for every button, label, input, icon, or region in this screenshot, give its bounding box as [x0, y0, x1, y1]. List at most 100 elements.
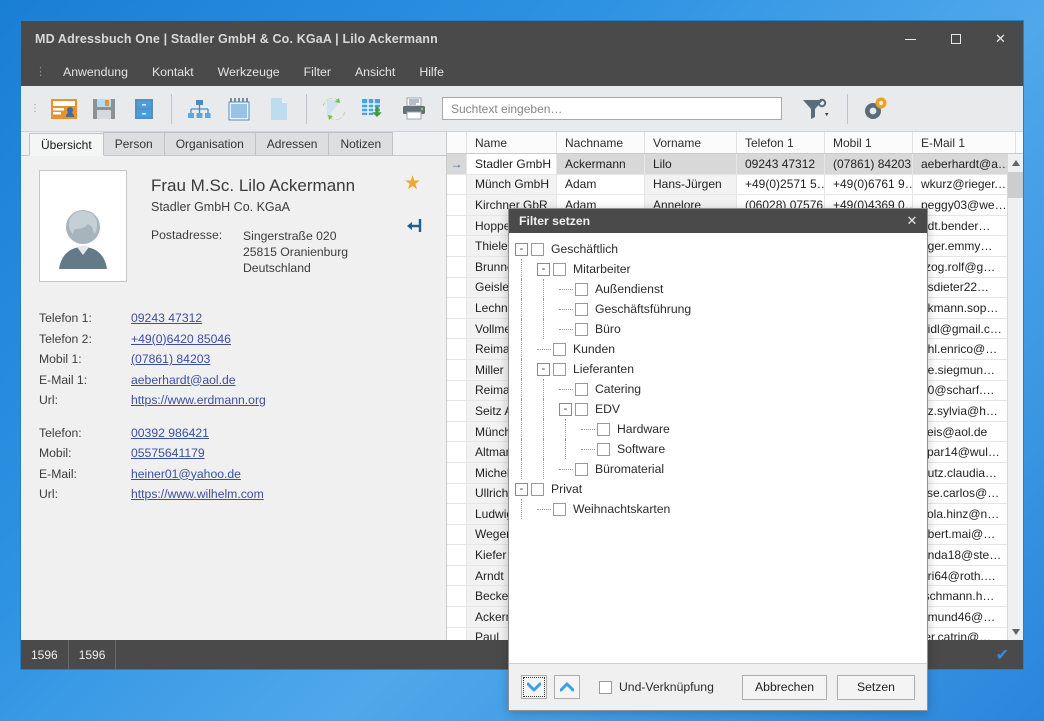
field-link[interactable]: (07861) 84203 [131, 352, 210, 366]
tree-node[interactable]: Geschäftsführung [515, 299, 927, 319]
field-value[interactable]: aeberhardt@aol.de [131, 370, 236, 391]
tree-expander-icon[interactable]: - [537, 362, 550, 376]
field-link[interactable]: aeberhardt@aol.de [131, 373, 236, 387]
apply-button[interactable]: Setzen [837, 674, 915, 700]
tree-node-checkbox[interactable] [575, 302, 588, 316]
print-icon[interactable] [394, 89, 434, 129]
menu-item-werkzeuge[interactable]: Werkzeuge [208, 61, 290, 83]
maximize-button[interactable] [933, 21, 978, 57]
grid-column-header[interactable]: E-Mail 1 [913, 132, 1016, 153]
tree-node[interactable]: Außendienst [515, 279, 927, 299]
filter-funnel-icon[interactable] [792, 89, 840, 129]
tab-adressen[interactable]: Adressen [254, 132, 330, 155]
tree-expander-icon[interactable]: - [515, 242, 528, 256]
sync-icon[interactable] [314, 89, 354, 129]
tree-node-checkbox[interactable] [575, 322, 588, 336]
menu-item-kontakt[interactable]: Kontakt [142, 61, 204, 83]
address-card-icon[interactable] [44, 89, 84, 129]
tree-node[interactable]: Büromaterial [515, 459, 927, 479]
scrollbar-thumb[interactable] [1008, 172, 1023, 198]
field-value[interactable]: https://www.wilhelm.com [131, 484, 264, 505]
tree-node[interactable]: Hardware [515, 419, 927, 439]
table-row[interactable]: →Stadler GmbH …AckermannLilo09243 47312(… [447, 154, 1023, 175]
tree-node-checkbox[interactable] [553, 502, 566, 516]
star-icon[interactable]: ★ [404, 172, 421, 195]
tree-node-checkbox[interactable] [597, 442, 610, 456]
field-link[interactable]: https://www.wilhelm.com [131, 487, 264, 501]
field-value[interactable]: https://www.erdmann.org [131, 390, 266, 411]
grid-column-header[interactable]: Nachname [557, 132, 645, 153]
table-row[interactable]: Münch GmbH Adam Hans-Jürgen +49(0)2571 5… +4… [447, 174, 1023, 196]
tab-person[interactable]: Person [102, 132, 165, 155]
tree-expander-icon[interactable]: - [559, 402, 572, 416]
and-link-checkbox-box[interactable] [599, 680, 612, 694]
field-value[interactable]: 09243 47312 [131, 308, 202, 329]
and-link-checkbox[interactable]: Und-Verknüpfung [599, 680, 714, 694]
tree-node[interactable]: - EDV [515, 399, 927, 419]
tab-notizen[interactable]: Notizen [328, 132, 394, 155]
field-link[interactable]: heiner01@yahoo.de [131, 467, 241, 481]
tree-node[interactable]: - Lieferanten [515, 359, 927, 379]
field-value[interactable]: 00392 986421 [131, 423, 209, 444]
tree-node[interactable]: - Mitarbeiter [515, 259, 927, 279]
tree-expander-icon[interactable]: - [515, 482, 528, 496]
tree-node-checkbox[interactable] [575, 402, 588, 416]
menu-item-ansicht[interactable]: Ansicht [345, 61, 405, 83]
org-chart-icon[interactable] [179, 89, 219, 129]
grid-column-header[interactable]: Vorname [645, 132, 737, 153]
field-link[interactable]: +49(0)6420 85046 [131, 332, 231, 346]
field-value[interactable]: 05575641179 [131, 443, 205, 464]
tree-expander-icon[interactable]: - [537, 262, 550, 276]
tree-node-checkbox[interactable] [575, 282, 588, 296]
tree-node-checkbox[interactable] [575, 462, 588, 476]
tab-organisation[interactable]: Organisation [163, 132, 256, 155]
tree-node-checkbox[interactable] [531, 242, 544, 256]
field-link[interactable]: https://www.erdmann.org [131, 393, 266, 407]
menu-item-hilfe[interactable]: Hilfe [409, 61, 454, 83]
tree-node[interactable]: Weihnachtskarten [515, 499, 927, 519]
close-button[interactable]: ✕ [978, 21, 1023, 57]
scroll-up-arrow-icon[interactable] [1008, 154, 1023, 171]
document-icon[interactable] [259, 89, 299, 129]
grid-column-header[interactable]: Mobil 1 [825, 132, 913, 153]
cancel-button[interactable]: Abbrechen [742, 674, 827, 700]
expand-all-button[interactable] [521, 675, 547, 699]
collapse-all-button[interactable] [554, 675, 580, 699]
tree-node[interactable]: - Geschäftlich [515, 239, 927, 259]
grid-scrollbar[interactable] [1007, 154, 1023, 640]
dialog-close-icon[interactable]: ✕ [897, 209, 927, 233]
minimize-button[interactable] [888, 21, 933, 57]
field-link[interactable]: 09243 47312 [131, 311, 202, 325]
table-export-icon[interactable] [354, 89, 394, 129]
field-value[interactable]: +49(0)6420 85046 [131, 329, 231, 350]
tree-node[interactable]: Kunden [515, 339, 927, 359]
tree-node-checkbox[interactable] [531, 482, 544, 496]
tree-node[interactable]: - Privat [515, 479, 927, 499]
tree-node-checkbox[interactable] [553, 342, 566, 356]
filter-category-tree[interactable]: - Geschäftlich - Mitarbeiter Außendienst Gesc… [509, 233, 927, 664]
tree-node-checkbox[interactable] [597, 422, 610, 436]
search-input[interactable] [449, 100, 775, 117]
field-link[interactable]: 05575641179 [131, 446, 205, 460]
direction-arrow-icon[interactable] [406, 218, 424, 243]
scroll-down-arrow-icon[interactable] [1008, 623, 1023, 640]
tab-uebersicht[interactable]: Übersicht [29, 133, 104, 156]
grid-column-header[interactable]: Name [467, 132, 557, 153]
menu-item-anwendung[interactable]: Anwendung [53, 61, 138, 83]
field-value[interactable]: (07861) 84203 [131, 349, 210, 370]
gears-icon[interactable] [855, 89, 895, 129]
tree-node-checkbox[interactable] [553, 262, 566, 276]
search-input-wrapper[interactable] [442, 97, 782, 120]
save-icon[interactable] [84, 89, 124, 129]
grid-column-header[interactable]: Telefon 1 [737, 132, 825, 153]
tree-node[interactable]: Catering [515, 379, 927, 399]
field-value[interactable]: heiner01@yahoo.de [131, 464, 241, 485]
tree-node-checkbox[interactable] [553, 362, 566, 376]
notepad-icon[interactable] [219, 89, 259, 129]
menu-item-filter[interactable]: Filter [294, 61, 341, 83]
field-link[interactable]: 00392 986421 [131, 426, 209, 440]
tree-node[interactable]: Büro [515, 319, 927, 339]
tree-node-checkbox[interactable] [575, 382, 588, 396]
tree-node[interactable]: Software [515, 439, 927, 459]
archive-cabinet-icon[interactable] [124, 89, 164, 129]
